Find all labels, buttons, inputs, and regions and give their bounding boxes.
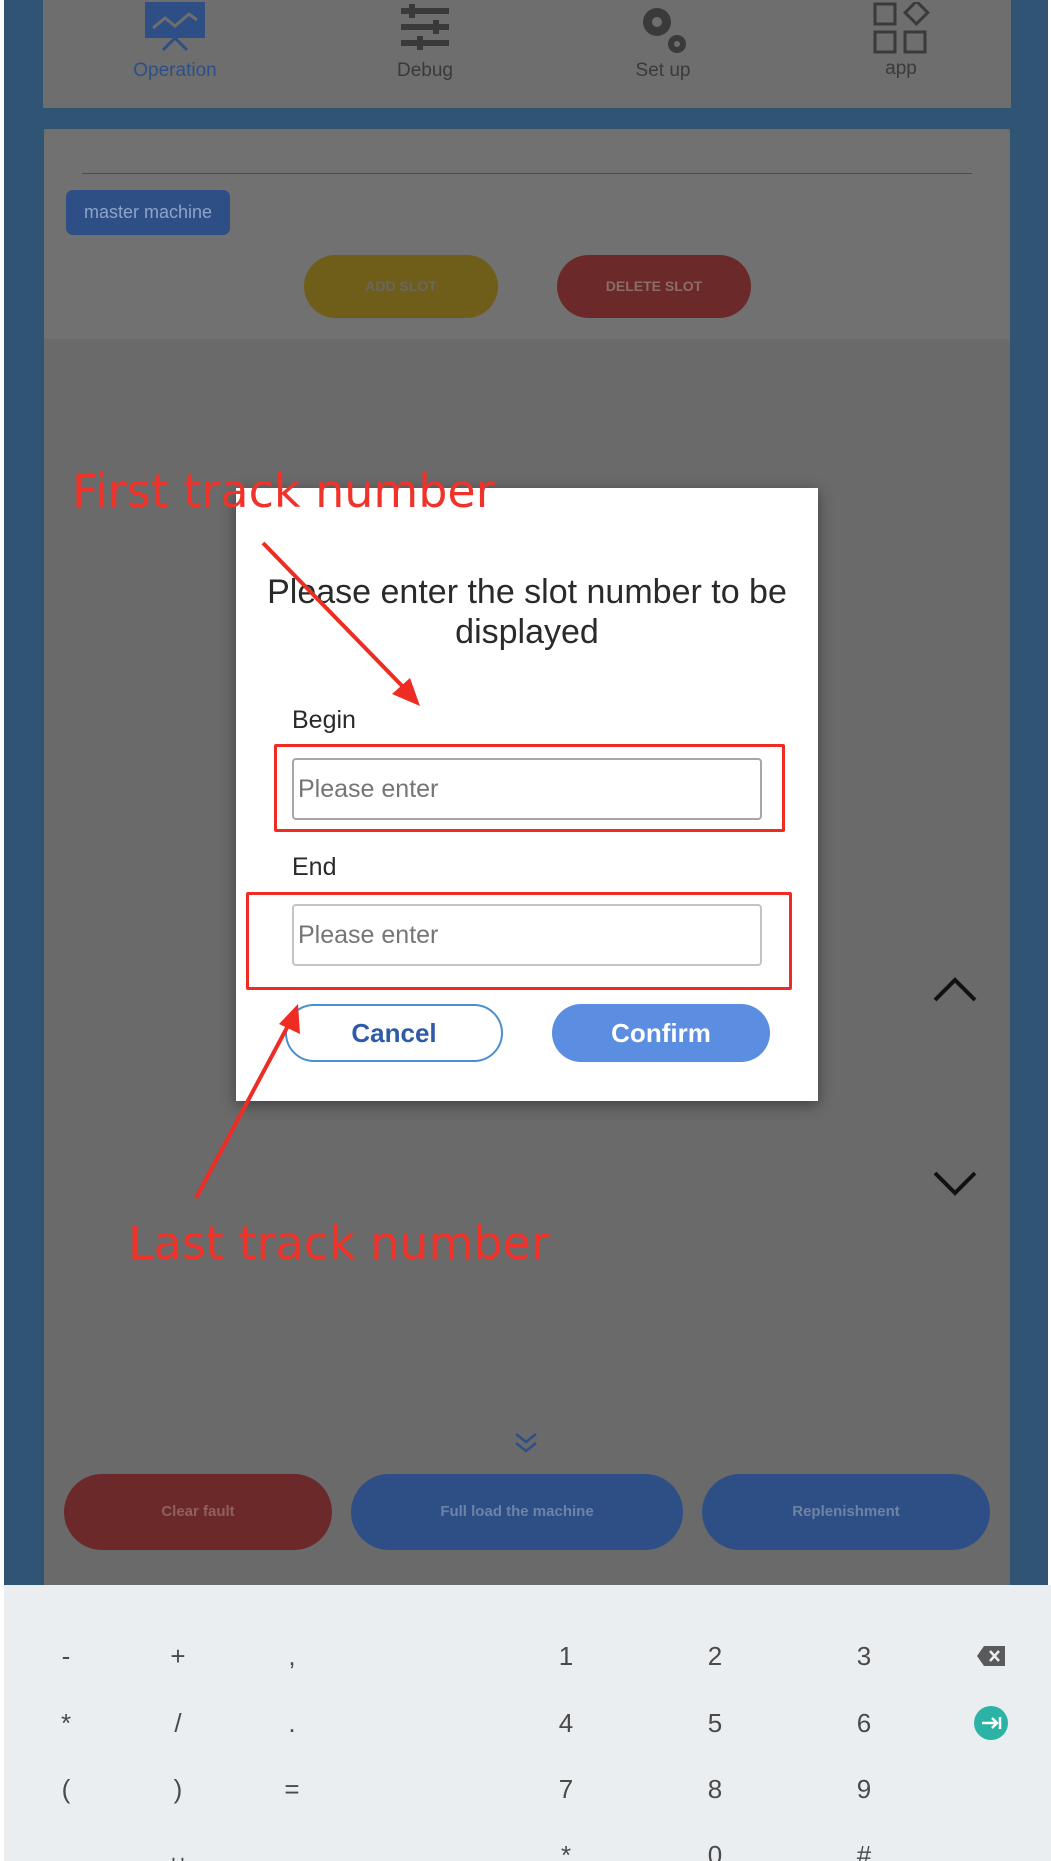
nav-app[interactable]: app bbox=[821, 0, 981, 100]
divider bbox=[82, 173, 972, 174]
key-4[interactable]: 4 bbox=[526, 1695, 606, 1751]
delete-slot-button[interactable]: DELETE SLOT bbox=[557, 255, 751, 318]
nav-label: app bbox=[885, 58, 917, 79]
scroll-down-icon[interactable] bbox=[931, 1169, 979, 1199]
key-9[interactable]: 9 bbox=[824, 1761, 904, 1817]
key-space[interactable]: ␣ bbox=[138, 1825, 218, 1861]
nav-debug[interactable]: Debug bbox=[345, 0, 505, 100]
expand-chevron-icon[interactable] bbox=[513, 1431, 539, 1455]
end-highlight-box bbox=[246, 892, 792, 990]
sliders-icon bbox=[401, 4, 449, 50]
key-plus[interactable]: + bbox=[138, 1628, 218, 1684]
key-minus[interactable]: - bbox=[26, 1628, 106, 1684]
replenishment-button[interactable]: Replenishment bbox=[702, 1474, 990, 1550]
key-slash[interactable]: / bbox=[138, 1695, 218, 1751]
key-equals[interactable]: = bbox=[252, 1761, 332, 1817]
key-2[interactable]: 2 bbox=[675, 1628, 755, 1684]
nav-label: Operation bbox=[133, 60, 217, 81]
chart-monitor-icon bbox=[145, 2, 205, 52]
key-3[interactable]: 3 bbox=[824, 1628, 904, 1684]
key-5[interactable]: 5 bbox=[675, 1695, 755, 1751]
nav-setup[interactable]: Set up bbox=[583, 0, 743, 100]
end-label: End bbox=[292, 853, 337, 881]
key-1[interactable]: 1 bbox=[526, 1628, 606, 1684]
key-close-paren[interactable]: ) bbox=[138, 1761, 218, 1817]
key-asterisk[interactable]: * bbox=[26, 1695, 106, 1751]
nav-operation[interactable]: Operation bbox=[95, 0, 255, 100]
begin-label: Begin bbox=[292, 706, 356, 734]
cancel-button[interactable]: Cancel bbox=[285, 1004, 503, 1062]
panel-header: master machine ADD SLOT DELETE SLOT bbox=[44, 129, 1010, 339]
clear-fault-button[interactable]: Clear fault bbox=[64, 1474, 332, 1550]
scroll-up-icon[interactable] bbox=[931, 974, 979, 1004]
key-star[interactable]: * bbox=[526, 1827, 606, 1861]
key-7[interactable]: 7 bbox=[526, 1761, 606, 1817]
full-load-button[interactable]: Full load the machine bbox=[351, 1474, 683, 1550]
top-navigation: Operation Debug Set up app bbox=[43, 0, 1011, 108]
nav-label: Set up bbox=[635, 60, 691, 81]
apps-grid-icon bbox=[873, 2, 930, 54]
master-machine-button[interactable]: master machine bbox=[66, 190, 230, 235]
backspace-icon[interactable] bbox=[976, 1645, 1006, 1667]
key-hash[interactable]: # bbox=[824, 1827, 904, 1861]
add-slot-button[interactable]: ADD SLOT bbox=[304, 255, 498, 318]
key-0[interactable]: 0 bbox=[675, 1827, 755, 1861]
begin-highlight-box bbox=[274, 744, 785, 832]
key-8[interactable]: 8 bbox=[675, 1761, 755, 1817]
gears-icon bbox=[643, 8, 686, 53]
next-field-icon[interactable] bbox=[973, 1705, 1009, 1741]
key-comma[interactable]: , bbox=[252, 1628, 332, 1684]
nav-label: Debug bbox=[397, 60, 453, 81]
key-6[interactable]: 6 bbox=[824, 1695, 904, 1751]
confirm-button[interactable]: Confirm bbox=[552, 1004, 770, 1062]
numeric-keyboard: - + , 1 2 3 * / . 4 5 6 ( ) = 7 8 9 ␣ * … bbox=[4, 1585, 1051, 1861]
annotation-first-track: First track number bbox=[72, 464, 495, 518]
key-period[interactable]: . bbox=[252, 1695, 332, 1751]
dialog-title: Please enter the slot number to be displ… bbox=[267, 573, 787, 651]
annotation-last-track: Last track number bbox=[128, 1216, 550, 1270]
key-open-paren[interactable]: ( bbox=[26, 1761, 106, 1817]
